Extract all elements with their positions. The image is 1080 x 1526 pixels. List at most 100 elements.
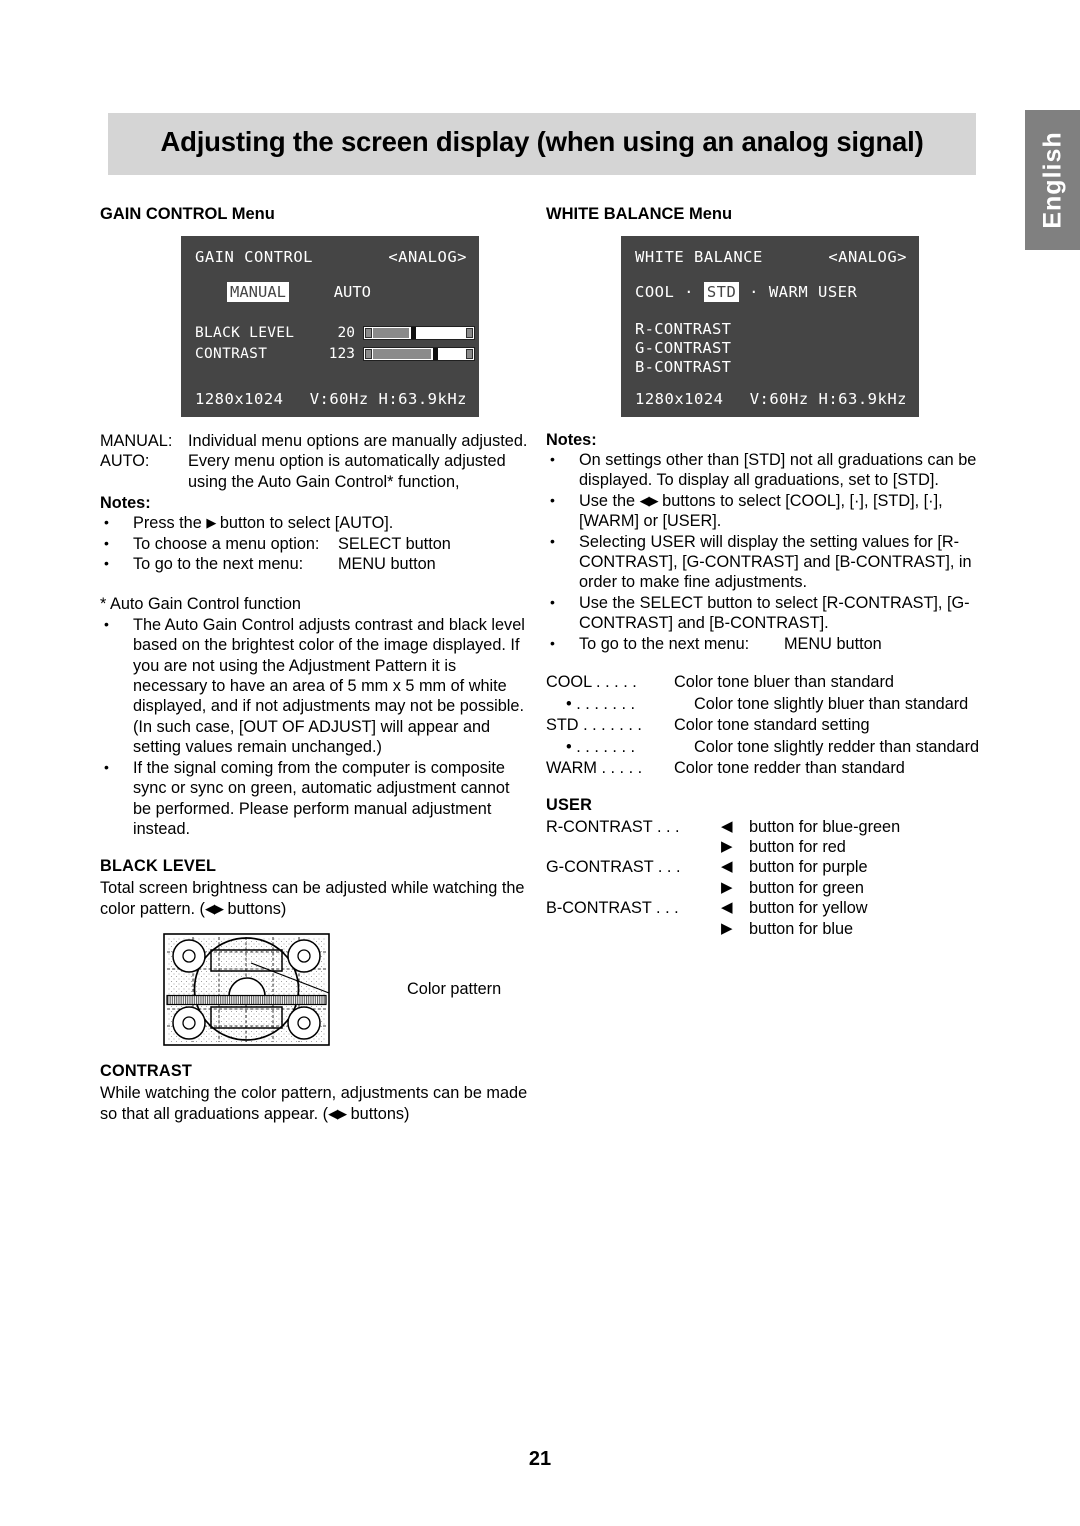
osd-modes-after[interactable]: · WARM USER: [739, 283, 857, 301]
white-balance-section-heading: WHITE BALANCE Menu: [546, 205, 733, 223]
notes-heading: Notes:: [100, 494, 151, 513]
table-row: • . . . . . . . Color tone slightly blue…: [546, 694, 982, 716]
user-key: R-CONTRAST . . .: [546, 817, 680, 836]
note-label: To go to the next menu:: [133, 555, 304, 574]
left-column: GAIN CONTROL Menu GAIN CONTROL <ANALOG> …: [100, 205, 530, 1124]
osd-slider-block: BLACK LEVEL 20 CONTRAST 123: [195, 322, 475, 364]
white-balance-notes-list: On settings other than [STD] not all gra…: [546, 449, 982, 654]
right-arrow-icon: ▶: [721, 878, 733, 896]
notes-heading: Notes:: [546, 431, 597, 449]
left-arrow-icon: ◀: [721, 899, 733, 917]
table-row: WARM . . . . . Color tone redder than st…: [546, 758, 982, 780]
note-text-before: Use the: [579, 491, 640, 510]
definition-description: Individual menu options are manually adj…: [188, 432, 528, 450]
definition-term: MANUAL:: [100, 432, 173, 450]
page-title: Adjusting the screen display (when using…: [160, 126, 924, 157]
osd-signal-type: <ANALOG>: [828, 248, 907, 266]
osd-title: GAIN CONTROL: [195, 248, 313, 266]
right-column: WHITE BALANCE Menu WHITE BALANCE <ANALOG…: [546, 205, 982, 939]
color-pattern-caption: Color pattern: [407, 980, 502, 999]
user-description: button for green: [749, 878, 864, 897]
user-key: B-CONTRAST . . .: [546, 899, 679, 918]
note-value: MENU button: [784, 634, 882, 653]
osd-white-balance-modes: COOL · STD · WARM USER: [635, 282, 857, 302]
language-tab-label: English: [1038, 131, 1066, 229]
tone-key: • . . . . . . .: [566, 694, 636, 713]
left-right-arrow-icon: ◀▶: [639, 492, 659, 508]
list-item: Press the ▶ button to select [AUTO].: [100, 512, 530, 533]
osd-title: WHITE BALANCE: [635, 248, 763, 266]
osd-list-item[interactable]: R-CONTRAST: [635, 320, 731, 339]
table-row: G-CONTRAST . . . ◀ button for purple: [546, 857, 982, 877]
osd-list-item[interactable]: G-CONTRAST: [635, 339, 731, 358]
tone-description: Color tone standard setting: [674, 716, 870, 735]
description-text-after: buttons): [222, 899, 287, 918]
osd-contrast-list: R-CONTRAST G-CONTRAST B-CONTRAST: [635, 320, 731, 377]
osd-mode-manual[interactable]: MANUAL: [227, 282, 289, 302]
list-item: To choose a menu option: SELECT button: [100, 533, 530, 554]
black-level-heading: BLACK LEVEL: [100, 857, 217, 876]
osd-slider-value: 123: [328, 345, 355, 362]
right-arrow-icon: ▶: [721, 919, 733, 937]
osd-slider-left-cap: [365, 327, 372, 338]
osd-slider-contrast: CONTRAST 123: [195, 343, 475, 364]
contrast-description: While watching the color pattern, adjust…: [100, 1083, 530, 1124]
black-level-description: Total screen brightness can be adjusted …: [100, 878, 530, 919]
osd-slider-thumb[interactable]: [410, 326, 416, 339]
list-item: Selecting USER will display the setting …: [546, 531, 982, 593]
list-item: The Auto Gain Control adjusts contrast a…: [100, 614, 530, 758]
description-text-before: Total screen brightness can be adjusted …: [100, 879, 525, 918]
tone-key: COOL . . . . .: [546, 673, 637, 692]
osd-slider-track[interactable]: [363, 346, 475, 361]
note-tabbed-row: To go to the next menu: MENU button: [579, 634, 982, 654]
user-key: [546, 919, 721, 939]
list-item: To go to the next menu: MENU button: [100, 553, 530, 574]
left-right-arrow-icon: ◀▶: [204, 900, 224, 916]
table-row: COOL . . . . . Color tone bluer than sta…: [546, 672, 982, 694]
auto-gain-footnote-list: The Auto Gain Control adjusts contrast a…: [100, 614, 530, 839]
tone-description: Color tone slightly redder than standard: [694, 737, 980, 756]
note-value: MENU button: [338, 555, 436, 574]
left-arrow-icon: ◀: [721, 817, 733, 835]
osd-mode-row: MANUAL AUTO: [227, 282, 371, 302]
user-heading: USER: [546, 795, 593, 814]
osd-frequency: V:60Hz H:63.9kHz: [749, 390, 907, 408]
definition-term: AUTO:: [100, 452, 150, 471]
language-tab: English: [1025, 110, 1080, 250]
osd-signal-type: <ANALOG>: [388, 248, 467, 266]
table-row: R-CONTRAST . . . ◀ button for blue-green: [546, 817, 982, 837]
tone-key: WARM . . . . .: [546, 759, 643, 778]
osd-modes-before[interactable]: COOL ·: [635, 283, 704, 301]
gain-mode-definitions: MANUAL: Individual menu options are manu…: [100, 431, 530, 492]
osd-slider-label: CONTRAST: [195, 345, 268, 362]
osd-resolution: 1280x1024: [195, 390, 284, 408]
color-tone-table: COOL . . . . . Color tone bluer than sta…: [546, 672, 982, 780]
user-key: [546, 878, 721, 898]
description-text-after: buttons): [346, 1104, 410, 1123]
table-row: STD . . . . . . . Color tone standard se…: [546, 715, 982, 737]
list-item: Use the SELECT button to select [R-CONTR…: [546, 592, 982, 634]
table-row: ▶ button for red: [546, 837, 982, 857]
note-text-before: Press the: [133, 514, 207, 533]
page-number: 21: [528, 1448, 552, 1470]
table-row: B-CONTRAST . . . ◀ button for yellow: [546, 898, 982, 918]
tone-key: • . . . . . . .: [566, 737, 636, 756]
tone-key: STD . . . . . . .: [546, 716, 642, 735]
osd-mode-auto[interactable]: AUTO: [334, 283, 371, 301]
left-arrow-icon: ◀: [721, 858, 733, 876]
osd-list-item[interactable]: B-CONTRAST: [635, 358, 731, 377]
osd-mode-std-selected[interactable]: STD: [703, 282, 740, 302]
osd-slider-thumb[interactable]: [433, 347, 439, 360]
user-description: button for blue: [749, 919, 854, 938]
page-header-banner: Adjusting the screen display (when using…: [108, 113, 976, 175]
user-description: button for yellow: [749, 899, 868, 918]
user-description: button for blue-green: [749, 817, 901, 836]
user-description: button for red: [749, 837, 846, 856]
user-key: G-CONTRAST . . .: [546, 858, 681, 877]
table-row: ▶ button for green: [546, 878, 982, 898]
auto-gain-footnote-title: * Auto Gain Control function: [100, 595, 301, 614]
osd-slider-value: 20: [337, 324, 355, 341]
gain-notes-list: Press the ▶ button to select [AUTO]. To …: [100, 512, 530, 574]
osd-slider-track[interactable]: [363, 325, 475, 340]
color-pattern-test-image: [163, 933, 330, 1046]
